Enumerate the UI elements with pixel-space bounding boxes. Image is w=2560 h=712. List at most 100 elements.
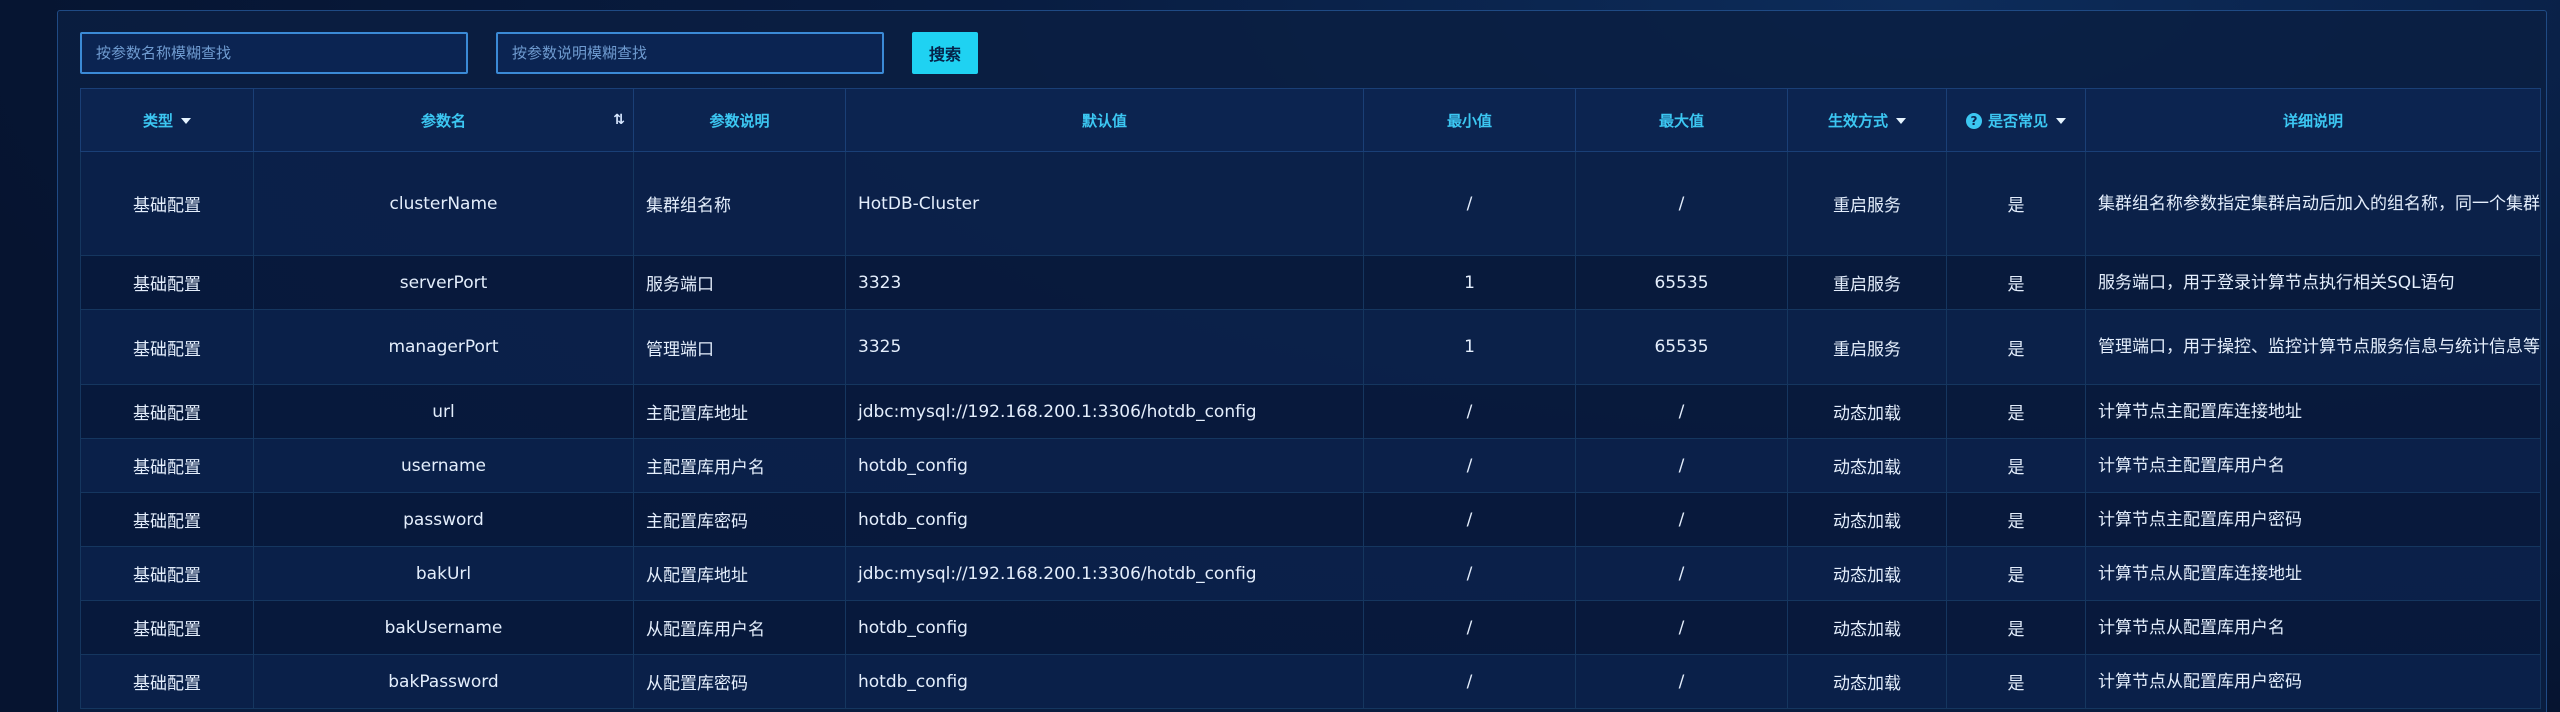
header-max: 最大值 [1575, 88, 1788, 152]
cell-param-desc: 从配置库地址 [633, 546, 846, 601]
cell-type: 基础配置 [80, 654, 254, 709]
header-max-label: 最大值 [1658, 111, 1704, 130]
cell-param-desc: 从配置库用户名 [633, 600, 846, 655]
cell-param-name: url [253, 384, 634, 439]
cell-detail: 计算节点从配置库用户名 [2085, 600, 2541, 655]
cell-common: 是 [1946, 654, 2086, 709]
param-desc-search-input[interactable] [496, 32, 884, 74]
cell-max: / [1575, 438, 1788, 493]
cell-effect: 重启服务 [1787, 151, 1947, 256]
cell-default: HotDB-Cluster [845, 151, 1364, 256]
cell-effect: 动态加载 [1787, 492, 1947, 547]
cell-type: 基础配置 [80, 492, 254, 547]
header-effect-label: 生效方式 [1827, 111, 1888, 130]
cell-detail: 计算节点从配置库连接地址 [2085, 546, 2541, 601]
cell-type: 基础配置 [80, 546, 254, 601]
cell-default: jdbc:mysql://192.168.200.1:3306/hotdb_co… [845, 546, 1364, 601]
header-common-label: 是否常见 [1987, 111, 2048, 130]
cell-min: / [1363, 151, 1576, 256]
table-header-row: 类型 参数名 ⇅ 参数说明 默认值 最小值 最大值 生效方式 ? 是否常见 详细说明 [80, 88, 2541, 152]
cell-type: 基础配置 [80, 438, 254, 493]
cell-default: 3325 [845, 309, 1364, 385]
cell-default: hotdb_config [845, 492, 1364, 547]
cell-min: / [1363, 546, 1576, 601]
cell-default: hotdb_config [845, 438, 1364, 493]
cell-default: 3323 [845, 255, 1364, 310]
caret-down-icon[interactable] [2056, 118, 2066, 124]
cell-max: 65535 [1575, 309, 1788, 385]
header-detail: 详细说明 [2085, 88, 2541, 152]
cell-param-desc: 管理端口 [633, 309, 846, 385]
cell-min: / [1363, 384, 1576, 439]
caret-down-icon[interactable] [1896, 118, 1906, 124]
cell-param-name: password [253, 492, 634, 547]
header-min: 最小值 [1363, 88, 1576, 152]
header-param-desc: 参数说明 [633, 88, 846, 152]
cell-common: 是 [1946, 255, 2086, 310]
cell-min: / [1363, 600, 1576, 655]
cell-effect: 动态加载 [1787, 546, 1947, 601]
table-row: 基础配置 bakUrl 从配置库地址 jdbc:mysql://192.168.… [80, 546, 2541, 601]
header-type[interactable]: 类型 [80, 88, 254, 152]
cell-param-name: managerPort [253, 309, 634, 385]
cell-effect: 重启服务 [1787, 309, 1947, 385]
cell-min: 1 [1363, 309, 1576, 385]
cell-max: 65535 [1575, 255, 1788, 310]
cell-param-desc: 从配置库密码 [633, 654, 846, 709]
header-default-label: 默认值 [1081, 111, 1127, 130]
cell-param-desc: 主配置库地址 [633, 384, 846, 439]
param-name-search-input[interactable] [80, 32, 468, 74]
cell-param-name: clusterName [253, 151, 634, 256]
search-button[interactable]: 搜索 [912, 32, 978, 74]
search-bar: 搜索 [80, 32, 978, 74]
cell-param-desc: 集群组名称 [633, 151, 846, 256]
cell-min: 1 [1363, 255, 1576, 310]
cell-min: / [1363, 654, 1576, 709]
table-row: 基础配置 clusterName 集群组名称 HotDB-Cluster / /… [80, 151, 2541, 256]
cell-effect: 动态加载 [1787, 438, 1947, 493]
cell-detail: 计算节点主配置库用户名 [2085, 438, 2541, 493]
cell-param-desc: 主配置库密码 [633, 492, 846, 547]
header-effect[interactable]: 生效方式 [1787, 88, 1947, 152]
cell-detail: 管理端口，用于操控、监控计算节点服务信息与统计信息等 [2085, 309, 2541, 385]
cell-default: jdbc:mysql://192.168.200.1:3306/hotdb_co… [845, 384, 1364, 439]
cell-common: 是 [1946, 151, 2086, 256]
cell-effect: 动态加载 [1787, 600, 1947, 655]
cell-effect: 动态加载 [1787, 654, 1947, 709]
header-default: 默认值 [845, 88, 1364, 152]
cell-common: 是 [1946, 384, 2086, 439]
table-row: 基础配置 url 主配置库地址 jdbc:mysql://192.168.200… [80, 384, 2541, 439]
cell-max: / [1575, 546, 1788, 601]
cell-common: 是 [1946, 309, 2086, 385]
header-param-name-label: 参数名 [420, 111, 466, 130]
cell-detail: 计算节点主配置库用户密码 [2085, 492, 2541, 547]
cell-param-name: bakPassword [253, 654, 634, 709]
cell-max: / [1575, 600, 1788, 655]
cell-common: 是 [1946, 438, 2086, 493]
cell-type: 基础配置 [80, 255, 254, 310]
table-row: 基础配置 bakUsername 从配置库用户名 hotdb_config / … [80, 600, 2541, 655]
table-row: 基础配置 bakPassword 从配置库密码 hotdb_config / /… [80, 654, 2541, 709]
cell-type: 基础配置 [80, 600, 254, 655]
table-row: 基础配置 serverPort 服务端口 3323 1 65535 重启服务 是… [80, 255, 2541, 310]
cell-type: 基础配置 [80, 309, 254, 385]
cell-max: / [1575, 151, 1788, 256]
cell-default: hotdb_config [845, 600, 1364, 655]
cell-effect: 动态加载 [1787, 384, 1947, 439]
header-param-name[interactable]: 参数名 ⇅ [253, 88, 634, 152]
cell-detail: 计算节点主配置库连接地址 [2085, 384, 2541, 439]
params-table: 类型 参数名 ⇅ 参数说明 默认值 最小值 最大值 生效方式 ? 是否常见 详细说明… [80, 88, 2541, 709]
cell-param-name: bakUrl [253, 546, 634, 601]
header-type-label: 类型 [142, 111, 173, 130]
cell-common: 是 [1946, 492, 2086, 547]
cell-param-name: username [253, 438, 634, 493]
header-param-desc-label: 参数说明 [709, 111, 770, 130]
cell-param-name: serverPort [253, 255, 634, 310]
help-icon[interactable]: ? [1965, 113, 1982, 129]
cell-default: hotdb_config [845, 654, 1364, 709]
header-common[interactable]: ? 是否常见 [1946, 88, 2086, 152]
sort-icon[interactable]: ⇅ [613, 112, 625, 128]
caret-down-icon[interactable] [181, 118, 191, 124]
cell-detail: 服务端口，用于登录计算节点执行相关SQL语句 [2085, 255, 2541, 310]
table-row: 基础配置 password 主配置库密码 hotdb_config / / 动态… [80, 492, 2541, 547]
